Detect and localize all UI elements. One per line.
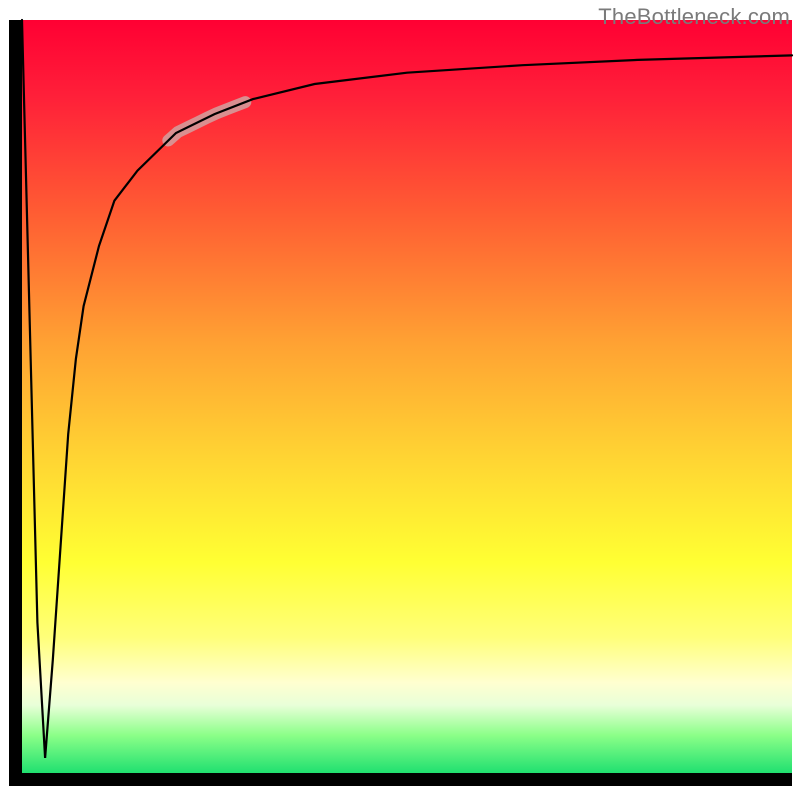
- x-axis: [9, 773, 792, 786]
- plot-area: [22, 20, 792, 773]
- y-axis: [9, 20, 22, 780]
- chart-stage: TheBottleneck.com: [0, 0, 800, 800]
- watermark-text: TheBottleneck.com: [598, 4, 790, 30]
- gradient-background: [22, 20, 792, 773]
